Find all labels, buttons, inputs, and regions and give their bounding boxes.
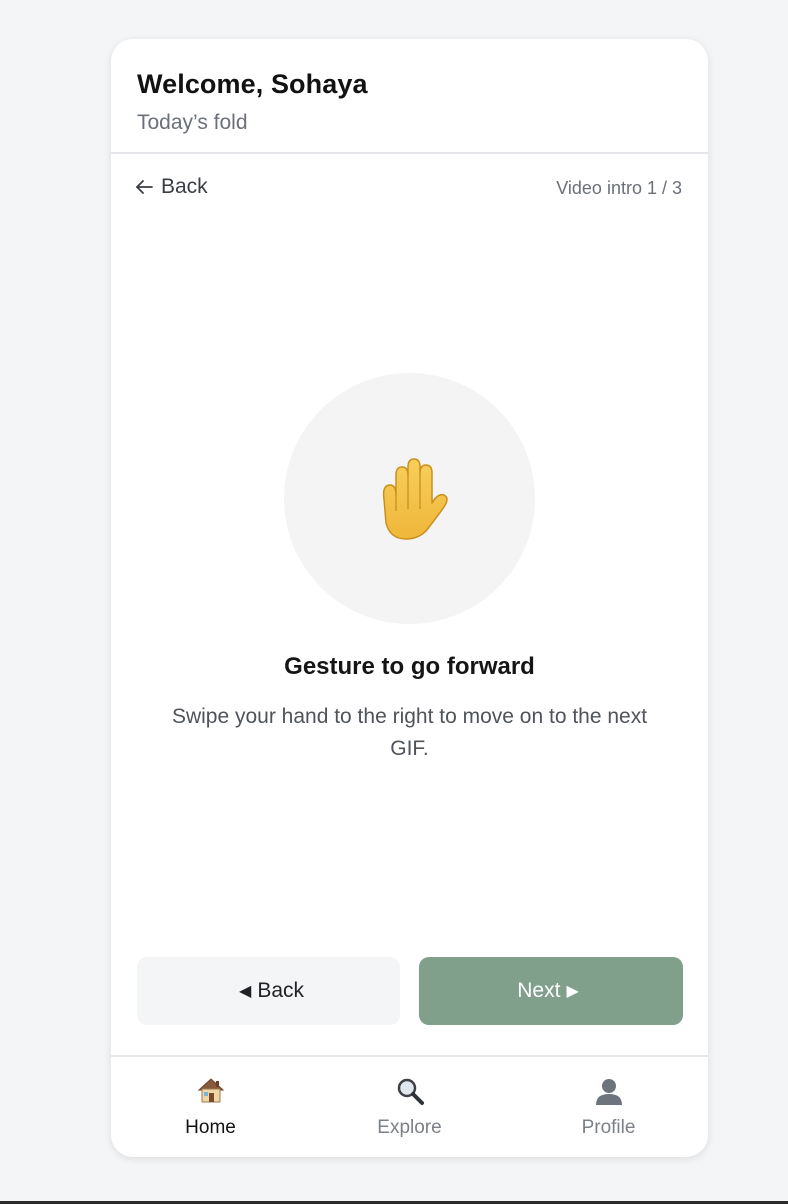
- magnifier-icon: [397, 1078, 424, 1105]
- tab-home-label: Home: [185, 1117, 236, 1138]
- header-subtitle: Today’s fold: [137, 111, 248, 134]
- triangle-right-icon: ▶: [566, 983, 579, 1000]
- app-card: Welcome, Sohaya Today’s fold Back Video …: [111, 39, 708, 1157]
- person-icon: [595, 1079, 622, 1105]
- tab-explore-label: Explore: [377, 1117, 442, 1138]
- tab-home[interactable]: Home: [111, 1057, 310, 1157]
- back-button[interactable]: ◀ Back: [137, 957, 400, 1025]
- house-icon: [197, 1078, 224, 1103]
- welcome-title: Welcome, Sohaya: [137, 69, 368, 99]
- top-back-link[interactable]: Back: [135, 175, 208, 199]
- next-button[interactable]: Next ▶: [419, 957, 683, 1025]
- back-button-label: Back: [257, 979, 304, 1002]
- hero-title: Gesture to go forward: [284, 653, 535, 680]
- bottom-tab-bar: Home Explore Profile: [111, 1055, 708, 1157]
- step-indicator: Video intro 1 / 3: [556, 178, 682, 198]
- next-button-label: Next: [517, 979, 561, 1002]
- tab-profile-label: Profile: [581, 1117, 636, 1138]
- tab-explore[interactable]: Explore: [310, 1057, 509, 1157]
- top-back-label: Back: [161, 175, 208, 198]
- tab-profile[interactable]: Profile: [509, 1057, 708, 1157]
- arrow-left-icon: [136, 180, 153, 194]
- raised-hand-icon: [382, 458, 448, 540]
- hero-description: Swipe your hand to the right to move on …: [171, 705, 648, 760]
- header: Welcome, Sohaya Today’s fold: [111, 39, 708, 154]
- hero-circle: [284, 373, 535, 624]
- triangle-left-icon: ◀: [239, 983, 252, 1000]
